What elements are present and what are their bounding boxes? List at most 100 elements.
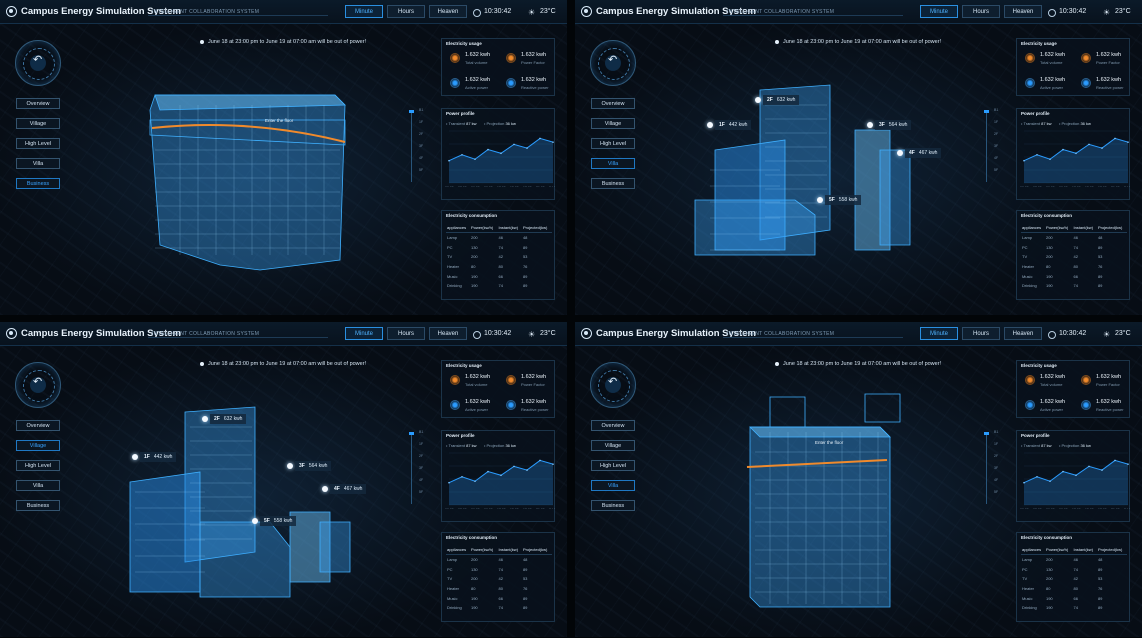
floor-tick[interactable]: 5F xyxy=(994,490,998,494)
chart-x-tick: 06:00 xyxy=(1046,508,1055,509)
floor-tick[interactable]: 2F xyxy=(419,454,423,458)
floor-tick[interactable]: 3F xyxy=(419,466,423,470)
nav-overview[interactable]: Overview xyxy=(591,98,635,109)
floor-pin-icon[interactable] xyxy=(322,486,328,492)
building-scene[interactable]: 2F 632 kwh 1F 442 kwh 3F 564 kwh 4F 467 kwh 5F 55… xyxy=(100,372,400,612)
nav-village[interactable]: Village xyxy=(591,440,635,451)
floor-pin-icon[interactable] xyxy=(867,122,873,128)
building-model[interactable] xyxy=(100,50,400,290)
floor-callout[interactable]: 4F 467 kwh xyxy=(905,148,942,158)
tab-minute[interactable]: Minute xyxy=(345,327,383,340)
building-scene[interactable]: 2F 632 kwh 1F 442 kwh 3F 564 kwh 4F 467 kwh 5F 55… xyxy=(675,50,975,290)
building-scene[interactable]: Enter the floor xyxy=(100,50,400,290)
nav-village[interactable]: Village xyxy=(16,118,60,129)
nav-high-level[interactable]: High Level xyxy=(591,460,635,471)
chart-area xyxy=(1024,138,1128,183)
back-arrow-icon[interactable]: ↶ xyxy=(608,53,617,66)
floor-callout[interactable]: 1F 442 kwh xyxy=(715,120,752,130)
nav-high-level[interactable]: High Level xyxy=(16,460,60,471)
floor-tick[interactable]: B1 xyxy=(419,430,423,434)
floor-callout[interactable]: 5F 558 kwh xyxy=(825,195,862,205)
floor-callout[interactable]: 2F 632 kwh xyxy=(763,95,800,105)
nav-high-level[interactable]: High Level xyxy=(591,138,635,149)
enter-floor-label[interactable]: Enter the floor xyxy=(815,440,843,445)
nav-villa[interactable]: Villa xyxy=(591,158,635,169)
floor-tick[interactable]: 1F xyxy=(419,120,423,124)
floor-tick[interactable]: 2F xyxy=(994,132,998,136)
floor-tick[interactable]: B1 xyxy=(994,108,998,112)
tab-hours[interactable]: Hours xyxy=(387,5,425,18)
nav-villa[interactable]: Villa xyxy=(16,480,60,491)
nav-villa[interactable]: Villa xyxy=(16,158,60,169)
enter-floor-label[interactable]: Enter the floor xyxy=(265,118,293,123)
floor-tick[interactable]: 2F xyxy=(419,132,423,136)
tab-heaven[interactable]: Heaven xyxy=(1004,5,1042,18)
floor-tick[interactable]: B1 xyxy=(419,108,423,112)
floor-pin-icon[interactable] xyxy=(202,416,208,422)
floor-tick[interactable]: 3F xyxy=(994,144,998,148)
floor-tick[interactable]: 1F xyxy=(994,442,998,446)
floor-slider-knob[interactable] xyxy=(984,432,989,435)
floor-pin-icon[interactable] xyxy=(897,150,903,156)
tab-minute[interactable]: Minute xyxy=(345,5,383,18)
back-arrow-icon[interactable]: ↶ xyxy=(33,53,42,66)
floor-tick[interactable]: 4F xyxy=(419,478,423,482)
nav-business[interactable]: Business xyxy=(591,178,635,189)
tab-hours[interactable]: Hours xyxy=(962,5,1000,18)
floor-slider-knob[interactable] xyxy=(409,432,414,435)
floor-tick[interactable]: 5F xyxy=(994,168,998,172)
nav-high-level[interactable]: High Level xyxy=(16,138,60,149)
nav-overview[interactable]: Overview xyxy=(591,420,635,431)
nav-village[interactable]: Village xyxy=(16,440,60,451)
nav-business[interactable]: Business xyxy=(16,178,60,189)
floor-pin-icon[interactable] xyxy=(755,97,761,103)
nav-overview[interactable]: Overview xyxy=(16,98,60,109)
building-scene[interactable]: Enter the floor xyxy=(675,372,975,612)
tab-heaven[interactable]: Heaven xyxy=(1004,327,1042,340)
building-model[interactable] xyxy=(675,372,975,612)
floor-pin-icon[interactable] xyxy=(287,463,293,469)
table-cell: 48 xyxy=(522,557,528,563)
nav-villa[interactable]: Villa xyxy=(591,480,635,491)
tab-minute[interactable]: Minute xyxy=(920,5,958,18)
floor-tick[interactable]: 3F xyxy=(419,144,423,148)
floor-tick[interactable]: 5F xyxy=(419,490,423,494)
tab-heaven[interactable]: Heaven xyxy=(429,327,467,340)
floor-slider-track[interactable] xyxy=(411,432,412,504)
tab-heaven[interactable]: Heaven xyxy=(429,5,467,18)
building-model[interactable] xyxy=(675,50,975,290)
floor-slider-knob[interactable] xyxy=(984,110,989,113)
nav-business[interactable]: Business xyxy=(16,500,60,511)
floor-callout[interactable]: 5F 558 kwh xyxy=(260,516,297,526)
floor-pin-icon[interactable] xyxy=(817,197,823,203)
floor-tick[interactable]: 4F xyxy=(994,478,998,482)
floor-tick[interactable]: 2F xyxy=(994,454,998,458)
floor-callout[interactable]: 3F 564 kwh xyxy=(295,461,332,471)
floor-tick[interactable]: 1F xyxy=(419,442,423,446)
back-arrow-icon[interactable]: ↶ xyxy=(33,375,42,388)
floor-pin-icon[interactable] xyxy=(132,454,138,460)
floor-callout[interactable]: 2F 632 kwh xyxy=(210,414,247,424)
floor-callout[interactable]: 3F 564 kwh xyxy=(875,120,912,130)
floor-pin-icon[interactable] xyxy=(252,518,258,524)
floor-tick[interactable]: 4F xyxy=(994,156,998,160)
nav-village[interactable]: Village xyxy=(591,118,635,129)
floor-callout[interactable]: 4F 467 kwh xyxy=(330,484,367,494)
nav-overview[interactable]: Overview xyxy=(16,420,60,431)
floor-slider-track[interactable] xyxy=(986,110,987,182)
floor-tick[interactable]: 3F xyxy=(994,466,998,470)
floor-slider-knob[interactable] xyxy=(409,110,414,113)
floor-tick[interactable]: B1 xyxy=(994,430,998,434)
tab-hours[interactable]: Hours xyxy=(962,327,1000,340)
nav-business[interactable]: Business xyxy=(591,500,635,511)
floor-pin-icon[interactable] xyxy=(707,122,713,128)
floor-tick[interactable]: 4F xyxy=(419,156,423,160)
floor-slider-track[interactable] xyxy=(411,110,412,182)
tab-hours[interactable]: Hours xyxy=(387,327,425,340)
floor-callout[interactable]: 1F 442 kwh xyxy=(140,452,177,462)
floor-tick[interactable]: 1F xyxy=(994,120,998,124)
tab-minute[interactable]: Minute xyxy=(920,327,958,340)
floor-tick[interactable]: 5F xyxy=(419,168,423,172)
back-arrow-icon[interactable]: ↶ xyxy=(608,375,617,388)
floor-slider-track[interactable] xyxy=(986,432,987,504)
